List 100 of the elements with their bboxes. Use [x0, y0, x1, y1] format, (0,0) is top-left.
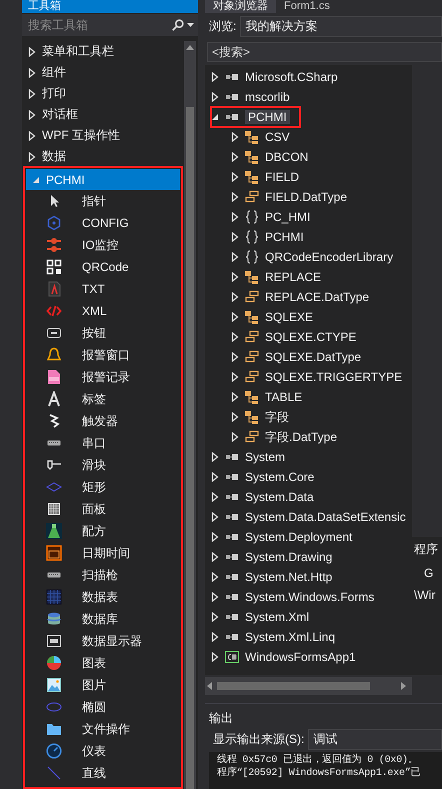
category-header[interactable]: 组件 — [22, 62, 184, 83]
toolbox-item[interactable]: 配方 — [26, 520, 180, 542]
caret-icon[interactable] — [187, 23, 194, 27]
collapsed-arrow-icon[interactable] — [28, 68, 36, 78]
collapsed-arrow-icon[interactable] — [231, 432, 239, 442]
toolbox-item[interactable]: 文件操作 — [26, 718, 180, 740]
tree-item[interactable]: Microsoft.CSharp — [245, 70, 338, 84]
collapsed-arrow-icon[interactable] — [211, 532, 219, 542]
tree-item[interactable]: System.Data.DataSetExtensic — [245, 510, 406, 524]
toolbox-item[interactable]: 数据库 — [26, 608, 180, 630]
tab[interactable]: 对象浏览器 — [205, 0, 276, 13]
collapsed-arrow-icon[interactable] — [28, 46, 36, 56]
scroll-left-icon[interactable] — [205, 681, 215, 691]
category-header[interactable]: 菜单和工具栏 — [22, 41, 184, 62]
tree-item[interactable]: System — [245, 450, 286, 464]
toolbox-item[interactable]: 矩形 — [26, 476, 180, 498]
collapsed-arrow-icon[interactable] — [231, 332, 239, 342]
toolbox-item[interactable]: 触发器 — [26, 410, 180, 432]
tree-item[interactable]: System.Xml.Linq — [245, 630, 336, 644]
tree-item[interactable]: PC_HMI — [265, 210, 310, 224]
collapsed-arrow-icon[interactable] — [231, 312, 239, 322]
collapsed-arrow-icon[interactable] — [211, 552, 219, 562]
toolbox-item[interactable]: 扫描枪 — [26, 564, 180, 586]
toolbox-item[interactable]: IO监控 — [26, 234, 180, 256]
tree-item[interactable]: System.Net.Http — [245, 570, 332, 584]
collapsed-arrow-icon[interactable] — [211, 492, 219, 502]
tree-item[interactable]: WindowsFormsApp1 — [245, 650, 356, 664]
toolbox-item[interactable]: CONFIG — [26, 212, 180, 234]
toolbox-item[interactable]: TXT — [26, 278, 180, 300]
collapsed-arrow-icon[interactable] — [231, 412, 239, 422]
tree-item[interactable]: REPLACE — [265, 270, 322, 284]
collapsed-arrow-icon[interactable] — [211, 72, 219, 82]
collapsed-arrow-icon[interactable] — [231, 132, 239, 142]
toolbox-item[interactable]: 仪表 — [26, 740, 180, 762]
collapsed-arrow-icon[interactable] — [231, 232, 239, 242]
toolbox-item[interactable]: QRCode — [26, 256, 180, 278]
tree-item[interactable]: FIELD — [265, 170, 300, 184]
collapsed-arrow-icon[interactable] — [231, 372, 239, 382]
search-field[interactable]: 搜索工具箱 — [26, 17, 169, 33]
tree-item[interactable]: 字段.DatType — [265, 428, 338, 446]
collapsed-arrow-icon[interactable] — [211, 612, 219, 622]
toolbox-item[interactable]: 标签 — [26, 388, 180, 410]
collapsed-arrow-icon[interactable] — [231, 172, 239, 182]
category-header[interactable]: 数据 — [22, 146, 184, 167]
collapsed-arrow-icon[interactable] — [211, 632, 219, 642]
collapsed-arrow-icon[interactable] — [231, 292, 239, 302]
toolbox-item[interactable]: XML — [26, 300, 180, 322]
tree-item[interactable]: System.Xml — [245, 610, 310, 624]
tree-item[interactable]: System.Windows.Forms — [245, 590, 374, 604]
collapsed-arrow-icon[interactable] — [28, 152, 36, 162]
scroll-up-icon[interactable] — [186, 45, 194, 50]
tree-item[interactable]: mscorlib — [245, 90, 290, 104]
search-box[interactable]: 搜索工具箱 — [22, 14, 198, 36]
tree-item[interactable]: PCHMI — [245, 110, 290, 124]
search-field[interactable]: <搜索> — [207, 42, 442, 62]
collapsed-arrow-icon[interactable] — [211, 572, 219, 582]
tree-item[interactable]: REPLACE.DatType — [265, 290, 370, 304]
toolbox-item[interactable]: 滑块 — [26, 454, 180, 476]
collapsed-arrow-icon[interactable] — [28, 130, 36, 140]
tree-item[interactable]: SQLEXE.DatType — [265, 350, 362, 364]
source-dropdown[interactable]: 调试 — [308, 728, 442, 750]
expanded-arrow-icon[interactable] — [211, 113, 219, 121]
tree-item[interactable]: System.Core — [245, 470, 314, 484]
collapsed-arrow-icon[interactable] — [211, 472, 219, 482]
category-header[interactable]: 对话框 — [22, 104, 184, 125]
collapsed-arrow-icon[interactable] — [231, 252, 239, 262]
collapsed-arrow-icon[interactable] — [28, 110, 36, 120]
tree-item[interactable]: SQLEXE — [265, 310, 314, 324]
collapsed-arrow-icon[interactable] — [211, 452, 219, 462]
tree-item[interactable]: System.Data — [245, 490, 314, 504]
scroll-right-icon[interactable] — [398, 681, 408, 691]
toolbox-item[interactable]: 指针 — [26, 190, 180, 212]
category-header[interactable]: 打印 — [22, 83, 184, 104]
scrollbar[interactable] — [205, 677, 412, 695]
toolbox-item[interactable]: 报警窗口 — [26, 344, 180, 366]
toolbox-item[interactable]: 数据表 — [26, 586, 180, 608]
toolbox-item[interactable]: 串口 — [26, 432, 180, 454]
collapsed-arrow-icon[interactable] — [211, 592, 219, 602]
toolbox-item[interactable]: 图表 — [26, 652, 180, 674]
collapsed-arrow-icon[interactable] — [28, 88, 36, 98]
tree-item[interactable]: 字段 — [265, 408, 289, 426]
tree-item[interactable]: System.Drawing — [245, 550, 332, 564]
toolbox-item[interactable]: 按钮 — [26, 322, 180, 344]
tree-item[interactable]: PCHMI — [265, 230, 304, 244]
collapsed-arrow-icon[interactable] — [231, 212, 239, 222]
toolbox-item[interactable]: 椭圆 — [26, 696, 180, 718]
toolbox-item[interactable]: 数据显示器 — [26, 630, 180, 652]
tree-item[interactable]: DBCON — [265, 150, 308, 164]
toolbox-item[interactable]: 报警记录 — [26, 366, 180, 388]
browse-dropdown[interactable]: 我的解决方案 — [240, 16, 442, 36]
scrollbar[interactable] — [184, 41, 196, 789]
tree-item[interactable]: SQLEXE.CTYPE — [265, 330, 356, 344]
collapsed-arrow-icon[interactable] — [211, 652, 219, 662]
tree-item[interactable]: CSV — [265, 130, 290, 144]
collapsed-arrow-icon[interactable] — [231, 352, 239, 362]
collapsed-arrow-icon[interactable] — [211, 512, 219, 522]
toolbox-item[interactable]: 图片 — [26, 674, 180, 696]
collapsed-arrow-icon[interactable] — [231, 392, 239, 402]
collapsed-arrow-icon[interactable] — [231, 192, 239, 202]
tree-item[interactable]: System.Deployment — [245, 530, 352, 544]
